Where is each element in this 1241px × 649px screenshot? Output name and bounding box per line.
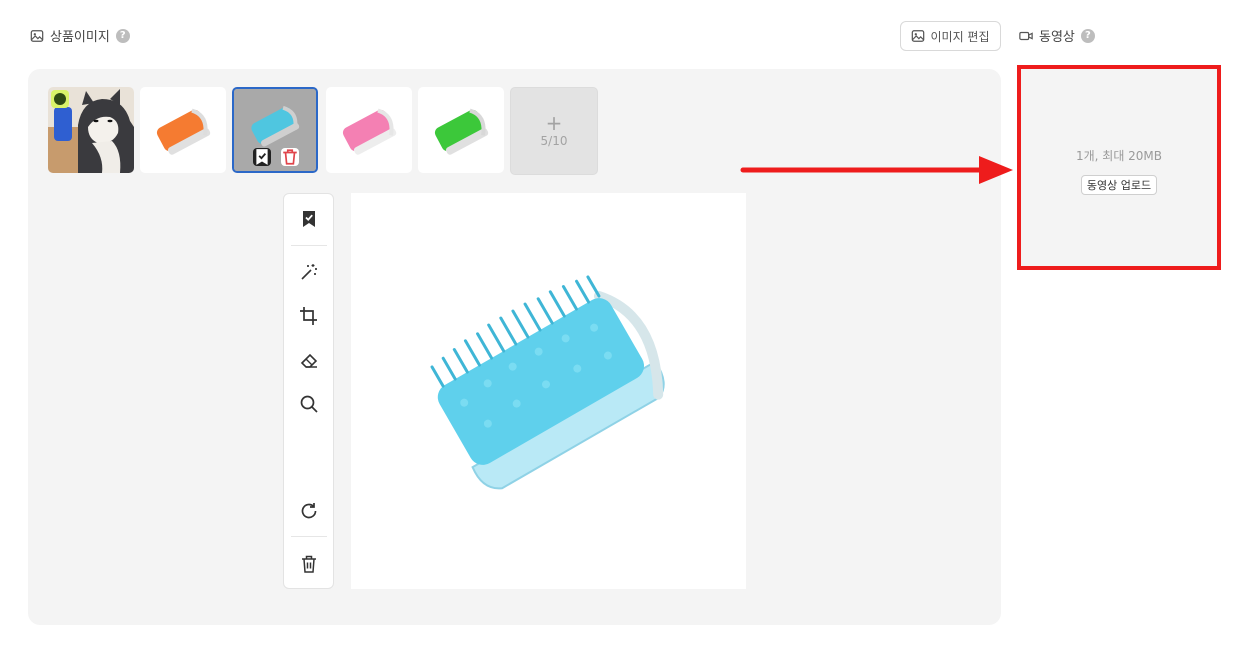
zoom-tool[interactable] (284, 388, 333, 420)
set-representative-button[interactable] (253, 148, 271, 166)
thumbnail-green-brush[interactable] (418, 87, 504, 173)
search-icon (300, 395, 318, 413)
trash-icon (301, 555, 316, 573)
check-icon (54, 93, 66, 105)
add-image-button[interactable]: + 5/10 (510, 87, 598, 175)
plus-icon: + (545, 111, 563, 135)
crop-icon (299, 307, 317, 325)
pink-brush-image (342, 108, 397, 155)
orange-brush-image (156, 108, 211, 155)
video-camera-icon (1019, 31, 1033, 40)
video-label: 동영상 (1039, 30, 1075, 45)
image-icon (30, 29, 44, 42)
rotate-icon (301, 503, 316, 519)
product-images-label: 상품이미지 (50, 30, 110, 45)
bookmark-check-icon (256, 149, 268, 165)
image-gallery: + 5/10 (28, 69, 1001, 625)
bookmark-check-icon (302, 211, 315, 227)
magic-wand-icon (300, 264, 317, 280)
auto-enhance-tool[interactable] (284, 256, 333, 288)
delete-tool[interactable] (284, 548, 333, 580)
image-edit-toolbar (283, 193, 334, 589)
image-icon (912, 30, 925, 42)
video-upload-button[interactable]: 동영상 업로드 (1080, 174, 1158, 195)
image-count: 5/10 (540, 134, 568, 148)
toolbar-divider (291, 536, 327, 537)
set-representative-tool[interactable] (284, 203, 333, 235)
delete-thumbnail-button[interactable] (281, 148, 299, 166)
blue-brush-image (234, 89, 316, 171)
green-brush-image (434, 108, 489, 155)
thumbnail-cat-brush[interactable] (48, 87, 134, 173)
eraser-icon (300, 353, 317, 368)
edit-image-label: 이미지 편집 (930, 29, 990, 44)
blue-brush-preview-image (430, 275, 665, 490)
rotate-tool[interactable] (284, 495, 333, 527)
video-title: 동영상 ? (1019, 26, 1095, 45)
video-limit-text: 1개, 최대 20MB (1075, 148, 1163, 163)
pointer-arrow (740, 156, 1013, 184)
help-icon[interactable]: ? (1080, 28, 1095, 43)
crop-tool[interactable] (284, 300, 333, 332)
thumbnail-orange-brush[interactable] (140, 87, 226, 173)
representative-badge (51, 90, 69, 108)
image-preview (351, 193, 746, 589)
thumbnail-blue-brush[interactable] (232, 87, 318, 173)
toolbar-divider (291, 245, 327, 246)
eraser-tool[interactable] (284, 344, 333, 376)
thumbnail-pink-brush[interactable] (326, 87, 412, 173)
help-icon[interactable]: ? (115, 28, 130, 43)
product-images-title: 상품이미지 ? (30, 26, 130, 45)
trash-icon (283, 149, 297, 165)
edit-image-button[interactable]: 이미지 편집 (900, 21, 1001, 51)
video-upload-area[interactable]: 1개, 최대 20MB 동영상 업로드 (1017, 65, 1221, 270)
